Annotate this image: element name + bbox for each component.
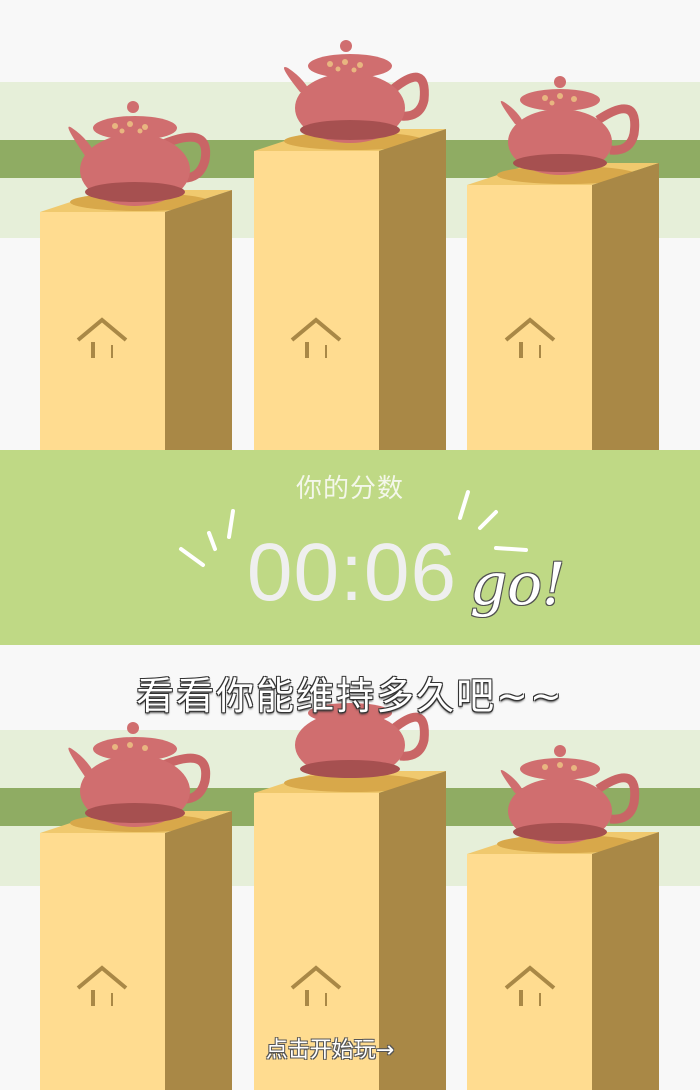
- pillar-right[interactable]: [467, 163, 659, 450]
- go-text: go!: [470, 550, 566, 618]
- sparkle-right-deco: [458, 490, 528, 552]
- tagline-text: 看看你能维持多久吧~~: [136, 674, 564, 718]
- score-label: 你的分数: [295, 474, 404, 504]
- pillar-right[interactable]: [467, 832, 659, 1090]
- pillar-left[interactable]: [40, 190, 232, 450]
- timer-display: 00:06: [246, 527, 458, 618]
- top-game-scene: [0, 0, 700, 450]
- pillar-middle[interactable]: [254, 129, 446, 450]
- start-game-button[interactable]: 点击开始玩→: [200, 1032, 460, 1064]
